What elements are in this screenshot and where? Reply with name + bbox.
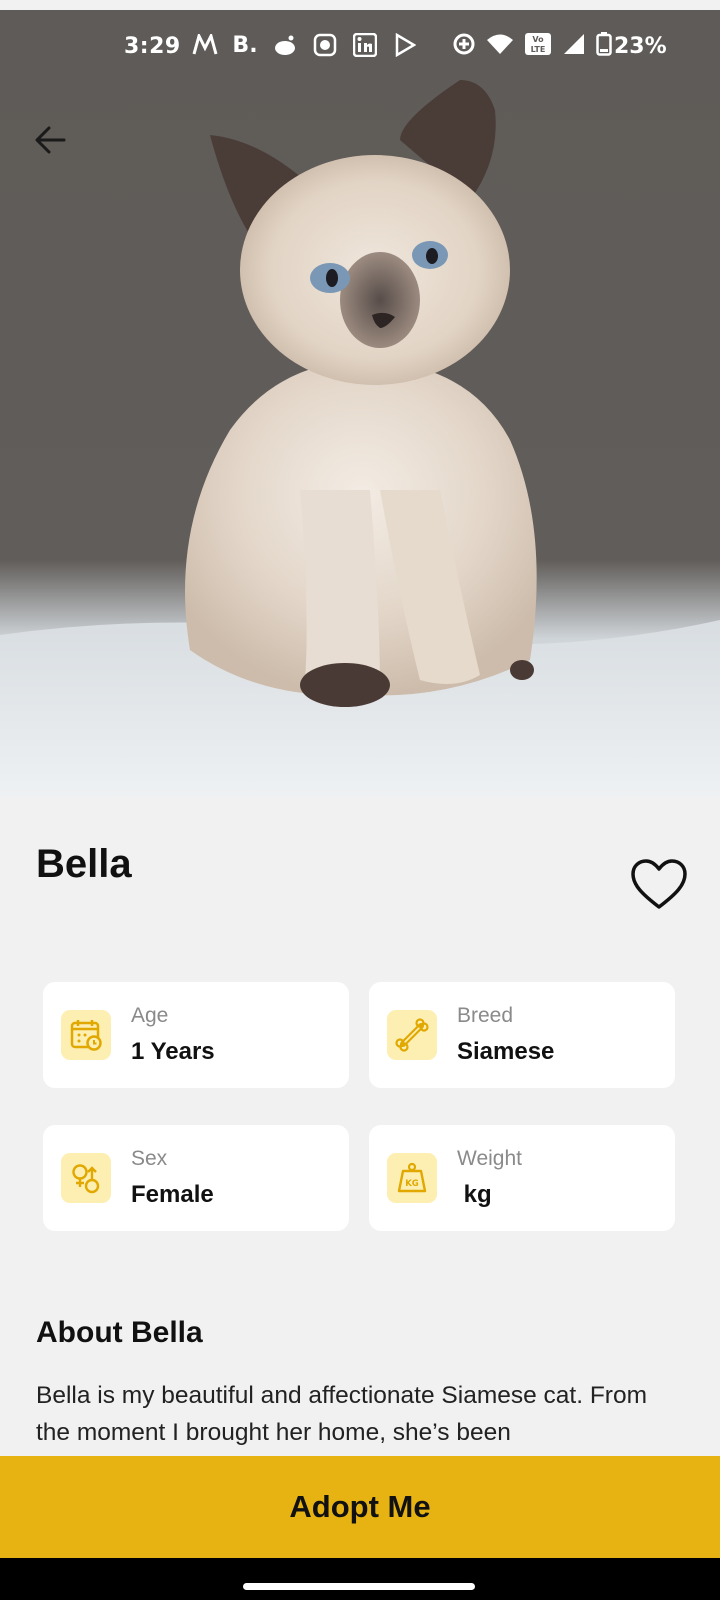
- system-icons: Vo LTE: [452, 32, 612, 60]
- detail-label-age: Age: [131, 1004, 169, 1027]
- weight-kg-icon: KG: [387, 1153, 437, 1203]
- signal-icon: [562, 32, 586, 60]
- reddit-icon: [272, 32, 298, 58]
- notification-icons: B.: [192, 32, 418, 58]
- data-saver-icon: [452, 32, 476, 60]
- heart-outline-icon: [631, 859, 687, 909]
- myntra-icon: [192, 32, 218, 58]
- detail-label-weight: Weight: [457, 1147, 522, 1170]
- system-nav-bar: [0, 1558, 720, 1600]
- arrow-left-icon: [35, 126, 66, 154]
- about-title: About Bella: [36, 1316, 203, 1349]
- gender-icon: [61, 1153, 111, 1203]
- top-strip: [0, 0, 720, 10]
- detail-label-sex: Sex: [131, 1147, 168, 1170]
- detail-card-age: Age 1 Years: [43, 982, 349, 1088]
- battery-icon: [596, 32, 612, 60]
- adopt-button-label: Adopt Me: [289, 1489, 431, 1524]
- detail-card-breed: Breed Siamese: [369, 982, 675, 1088]
- status-bar: 3:29 B. Vo LTE 23%: [0, 10, 720, 80]
- adopt-button[interactable]: Adopt Me: [0, 1456, 720, 1558]
- svg-text:Vo: Vo: [532, 35, 544, 44]
- cricbuzz-icon: [312, 32, 338, 58]
- detail-value-sex: Female: [131, 1181, 214, 1208]
- linkedin-icon: [352, 32, 378, 58]
- siamese-kitten-photo: [0, 80, 720, 796]
- bookmyshow-icon: B.: [232, 32, 258, 58]
- play-store-icon: [392, 32, 418, 58]
- wifi-icon: [486, 33, 514, 59]
- home-gesture-handle[interactable]: [243, 1583, 475, 1590]
- detail-value-weight: kg: [457, 1181, 492, 1208]
- pet-photo: [0, 10, 720, 796]
- pet-name: Bella: [36, 842, 132, 886]
- status-time: 3:29: [124, 34, 181, 59]
- favorite-button[interactable]: [630, 858, 688, 912]
- back-button[interactable]: [28, 118, 72, 162]
- detail-card-sex: Sex Female: [43, 1125, 349, 1231]
- battery-percentage: 23%: [614, 34, 667, 59]
- detail-value-age: 1 Years: [131, 1038, 215, 1065]
- detail-card-weight: KG Weight kg: [369, 1125, 675, 1231]
- weight-icon-label: KG: [405, 1179, 419, 1189]
- detail-label-breed: Breed: [457, 1004, 514, 1027]
- calendar-icon: [61, 1010, 111, 1060]
- volte-icon: Vo LTE: [524, 32, 552, 60]
- detail-value-breed: Siamese: [457, 1038, 555, 1065]
- svg-text:LTE: LTE: [531, 45, 546, 54]
- about-text: Bella is my beautiful and affectionate S…: [36, 1382, 647, 1446]
- bone-icon: [387, 1010, 437, 1060]
